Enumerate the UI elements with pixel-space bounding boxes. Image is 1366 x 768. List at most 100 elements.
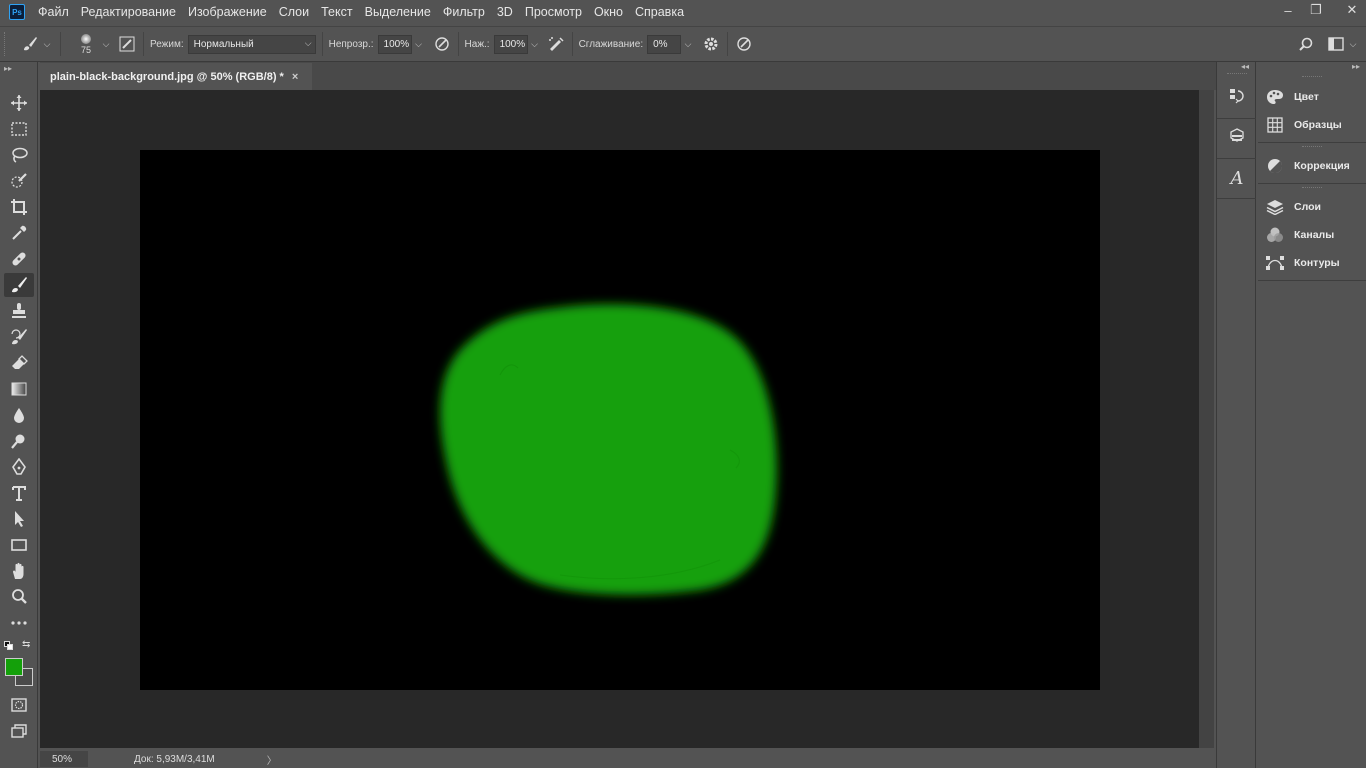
flow-value: 100% xyxy=(499,38,526,50)
brush-size-picker[interactable]: 75 xyxy=(73,29,99,59)
menu-image[interactable]: Изображение xyxy=(183,0,272,24)
brush-tool-preset-icon[interactable] xyxy=(20,34,40,54)
search-icon[interactable] xyxy=(1296,34,1316,54)
vertical-scrollbar[interactable] xyxy=(1199,90,1214,748)
menu-layers[interactable]: Слои xyxy=(274,0,314,24)
flow-label: Наж.: xyxy=(464,38,490,50)
pressure-opacity-icon[interactable] xyxy=(432,34,452,54)
document-tab[interactable]: plain-black-background.jpg @ 50% (RGB/8)… xyxy=(40,63,312,90)
opacity-value: 100% xyxy=(383,38,410,50)
image-canvas[interactable] xyxy=(140,150,1100,690)
close-tab-icon[interactable]: × xyxy=(292,71,298,83)
crop-tool-icon[interactable] xyxy=(4,195,34,219)
grid-icon xyxy=(1264,116,1286,134)
mode-label: Режим: xyxy=(150,38,184,50)
collapse-panels-icon[interactable]: ▸▸ xyxy=(1352,62,1360,72)
type-tool-icon[interactable] xyxy=(4,481,34,505)
more-tools-icon[interactable] xyxy=(4,611,34,635)
zoom-level-field[interactable]: 50% xyxy=(40,751,88,767)
smoothing-label: Сглаживание: xyxy=(578,38,644,50)
marquee-tool-icon[interactable] xyxy=(4,117,34,141)
brush-size-dropdown-icon[interactable]: ⌵ xyxy=(99,35,113,54)
menu-help[interactable]: Справка xyxy=(630,0,689,24)
close-window-button[interactable]: ✕ xyxy=(1338,0,1366,20)
swap-colors-icon[interactable]: ⇆ xyxy=(22,639,30,650)
history-panel-icon[interactable] xyxy=(1227,86,1247,106)
separator xyxy=(143,32,144,56)
chevron-down-icon: ⌵ xyxy=(304,37,312,48)
foreground-color-swatch[interactable] xyxy=(5,658,23,676)
separator xyxy=(321,32,323,56)
flow-input[interactable]: 100% xyxy=(493,34,528,54)
eyedropper-tool-icon[interactable] xyxy=(4,221,34,245)
panel-tab-layers[interactable]: Слои xyxy=(1264,195,1364,219)
brush-settings-panel-icon[interactable] xyxy=(117,34,137,54)
dock-grip xyxy=(1227,73,1247,75)
separator xyxy=(60,32,61,56)
mode-value: Нормальный xyxy=(193,38,254,50)
menu-filter[interactable]: Фильтр xyxy=(438,0,490,24)
panel-tab-color[interactable]: Цвет xyxy=(1264,85,1364,109)
expand-toolbar-icon[interactable]: ▸▸ xyxy=(4,64,12,73)
opacity-dropdown-icon[interactable]: ⌵ xyxy=(412,35,426,54)
menu-bar: Ps Файл Редактирование Изображение Слои … xyxy=(0,0,1366,24)
flow-dropdown-icon[interactable]: ⌵ xyxy=(528,35,542,54)
path-selection-tool-icon[interactable] xyxy=(4,507,34,531)
panel-tab-layers-label: Слои xyxy=(1294,201,1321,213)
painted-green-blob xyxy=(440,304,777,595)
collapse-dock-icon[interactable]: ◂◂ xyxy=(1241,62,1249,72)
brush-preset-dropdown-icon[interactable]: ⌵ xyxy=(40,35,54,54)
brush-tool-icon[interactable] xyxy=(4,273,34,297)
paths-icon xyxy=(1264,254,1286,272)
gradient-tool-icon[interactable] xyxy=(4,377,34,401)
eraser-tool-icon[interactable] xyxy=(4,351,34,375)
move-tool-icon[interactable] xyxy=(4,91,34,115)
workspace-icon[interactable] xyxy=(1326,34,1346,54)
clone-stamp-tool-icon[interactable] xyxy=(4,299,34,323)
screen-mode-icon[interactable] xyxy=(4,719,34,743)
gear-icon[interactable] xyxy=(701,34,721,54)
properties-3d-panel-icon[interactable] xyxy=(1227,126,1247,146)
menu-edit[interactable]: Редактирование xyxy=(76,0,181,24)
panel-tab-paths[interactable]: Контуры xyxy=(1264,251,1364,275)
panel-tab-adjustments[interactable]: Коррекция xyxy=(1264,154,1364,178)
hand-tool-icon[interactable] xyxy=(4,559,34,583)
menu-select[interactable]: Выделение xyxy=(360,0,436,24)
workspace-dropdown-icon[interactable]: ⌵ xyxy=(1346,35,1360,54)
options-grip xyxy=(4,32,10,56)
rectangle-tool-icon[interactable] xyxy=(4,533,34,557)
dodge-tool-icon[interactable] xyxy=(4,429,34,453)
menu-type[interactable]: Текст xyxy=(316,0,357,24)
panel-tab-channels[interactable]: Каналы xyxy=(1264,223,1364,247)
pen-tool-icon[interactable] xyxy=(4,455,34,479)
pressure-size-icon[interactable] xyxy=(734,34,754,54)
status-menu-arrow-icon[interactable]: 〉 xyxy=(267,752,277,767)
smoothing-dropdown-icon[interactable]: ⌵ xyxy=(681,35,695,54)
mode-select[interactable]: Нормальный ⌵ xyxy=(187,34,316,54)
lasso-tool-icon[interactable] xyxy=(4,143,34,167)
panel-tab-swatches[interactable]: Образцы xyxy=(1264,113,1364,137)
quick-selection-tool-icon[interactable] xyxy=(4,169,34,193)
airbrush-icon[interactable] xyxy=(546,34,566,54)
minimize-button[interactable]: – xyxy=(1274,0,1302,20)
healing-brush-tool-icon[interactable] xyxy=(4,247,34,271)
smoothing-value: 0% xyxy=(653,38,668,50)
character-panel-icon[interactable]: A xyxy=(1227,168,1247,189)
history-brush-tool-icon[interactable] xyxy=(4,325,34,349)
quick-mask-icon[interactable] xyxy=(4,693,34,717)
menu-3d[interactable]: 3D xyxy=(492,0,518,24)
restore-button[interactable]: ❐ xyxy=(1302,0,1330,20)
menu-window[interactable]: Окно xyxy=(589,0,628,24)
zoom-tool-icon[interactable] xyxy=(4,585,34,609)
blur-tool-icon[interactable] xyxy=(4,403,34,427)
opacity-input[interactable]: 100% xyxy=(377,34,412,54)
smoothing-input[interactable]: 0% xyxy=(647,34,682,54)
palette-icon xyxy=(1264,88,1286,106)
default-colors-icon[interactable] xyxy=(4,641,14,651)
options-bar: ⌵ 75 ⌵ Режим: Нормальный ⌵ Непрозр.: 100… xyxy=(0,26,1366,62)
menu-view[interactable]: Просмотр xyxy=(520,0,587,24)
menu-file[interactable]: Файл xyxy=(33,0,74,24)
panel-grip xyxy=(1302,146,1322,148)
panel-grip xyxy=(1302,76,1322,78)
panel-tab-channels-label: Каналы xyxy=(1294,229,1335,241)
